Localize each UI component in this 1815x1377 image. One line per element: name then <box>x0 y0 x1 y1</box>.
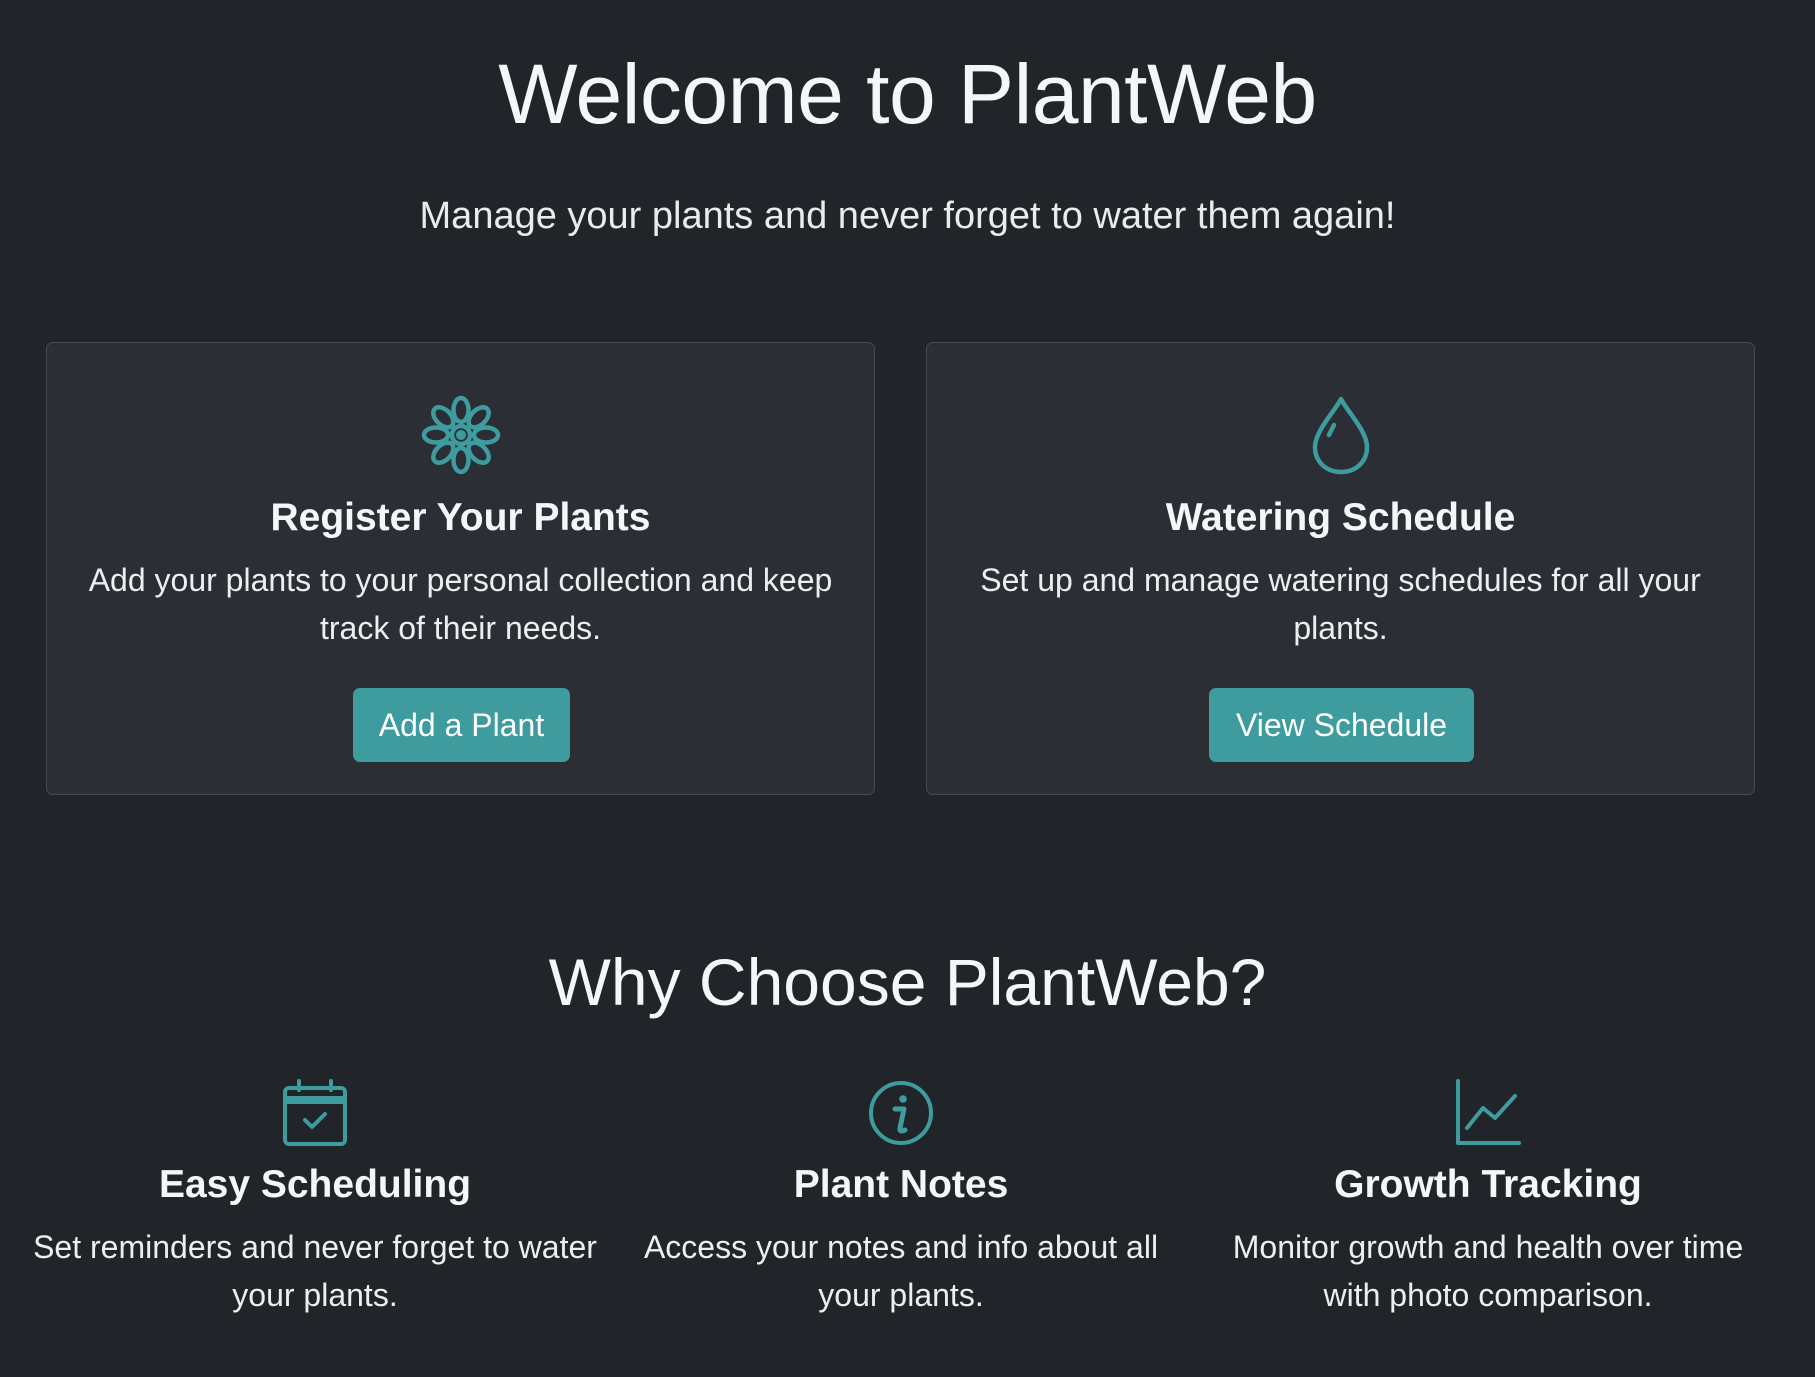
add-plant-button[interactable]: Add a Plant <box>353 688 570 762</box>
feature-easy-scheduling: Easy Scheduling Set reminders and never … <box>20 1078 610 1313</box>
flower-icon <box>47 393 874 477</box>
page-title: Welcome to PlantWeb <box>498 47 1317 141</box>
calendar-check-icon <box>20 1078 610 1150</box>
feature-title: Plant Notes <box>793 1163 1009 1206</box>
card-description: Set up and manage watering schedules for… <box>980 562 1701 646</box>
card-title: Watering Schedule <box>1165 496 1516 539</box>
water-drop-icon <box>927 393 1754 477</box>
why-choose-heading: Why Choose PlantWeb? <box>548 945 1267 1019</box>
card-title: Register Your Plants <box>270 496 651 539</box>
info-circle-icon <box>606 1078 1196 1150</box>
feature-description: Access your notes and info about all you… <box>643 1229 1159 1313</box>
feature-plant-notes: Plant Notes Access your notes and info a… <box>606 1078 1196 1313</box>
view-schedule-button[interactable]: View Schedule <box>1209 688 1474 762</box>
watering-schedule-card: Watering Schedule Set up and manage wate… <box>926 342 1755 795</box>
feature-growth-tracking: Growth Tracking Monitor growth and healt… <box>1193 1078 1783 1313</box>
feature-title: Growth Tracking <box>1334 1163 1642 1206</box>
feature-description: Monitor growth and health over time with… <box>1232 1229 1744 1313</box>
page-subtitle: Manage your plants and never forget to w… <box>419 195 1396 237</box>
graph-up-icon <box>1193 1078 1783 1150</box>
feature-description: Set reminders and never forget to water … <box>33 1229 597 1313</box>
feature-title: Easy Scheduling <box>158 1163 472 1206</box>
card-description: Add your plants to your personal collect… <box>88 562 833 646</box>
register-plants-card: Register Your Plants Add your plants to … <box>46 342 875 795</box>
